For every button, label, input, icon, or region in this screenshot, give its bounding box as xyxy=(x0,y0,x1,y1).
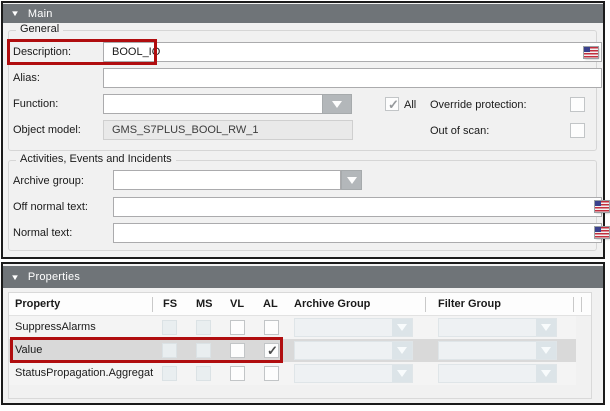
main-section-title: Main xyxy=(28,8,53,20)
column-separator xyxy=(573,297,574,312)
fs-checkbox[interactable] xyxy=(162,366,177,381)
normal-text-input[interactable] xyxy=(113,223,602,243)
object-model-label: Object model: xyxy=(13,124,81,136)
ms-checkbox[interactable] xyxy=(196,343,211,358)
filter-group-cell-dropdown[interactable] xyxy=(438,341,557,360)
al-checkbox[interactable] xyxy=(264,366,279,381)
archive-group-cell-dropdown[interactable] xyxy=(294,341,413,360)
fs-checkbox[interactable] xyxy=(162,320,177,335)
al-checkbox[interactable] xyxy=(264,320,279,335)
editor-window: ▼ Main General Description: Alias: Funct… xyxy=(0,0,610,411)
col-header-ms: MS xyxy=(196,298,213,310)
chevron-down-icon xyxy=(332,101,342,108)
chevron-down-icon xyxy=(347,177,357,184)
out-of-scan-label: Out of scan: xyxy=(430,125,489,137)
properties-section-header[interactable]: ▼ Properties xyxy=(3,266,603,288)
language-flag-icon[interactable] xyxy=(584,47,598,58)
archive-group-cell-dropdown[interactable] xyxy=(294,318,413,337)
ms-checkbox[interactable] xyxy=(196,320,211,335)
object-model-value: GMS_S7PLUS_BOOL_RW_1 xyxy=(103,120,353,140)
activities-groupbox-title: Activities, Events and Incidents xyxy=(16,154,176,165)
general-groupbox-title: General xyxy=(16,24,63,35)
vl-checkbox[interactable] xyxy=(230,366,245,381)
all-checkbox[interactable] xyxy=(385,97,399,111)
function-input[interactable] xyxy=(103,94,323,114)
property-name: StatusPropagation.Aggregat xyxy=(15,367,161,379)
normal-text-label: Normal text: xyxy=(13,227,72,239)
archive-group-input[interactable] xyxy=(113,170,341,190)
function-dropdown-button[interactable] xyxy=(322,94,352,114)
collapse-properties-icon[interactable]: ▼ xyxy=(10,273,20,282)
collapse-main-icon[interactable]: ▼ xyxy=(10,9,20,18)
all-label: All xyxy=(404,99,416,111)
archive-group-label: Archive group: xyxy=(13,175,84,187)
col-header-property: Property xyxy=(15,298,60,310)
chevron-down-icon[interactable] xyxy=(392,319,412,336)
main-section-header[interactable]: ▼ Main xyxy=(3,4,603,23)
al-checkbox[interactable] xyxy=(264,343,279,358)
table-row-suppressalarms[interactable]: SuppressAlarms xyxy=(9,316,576,339)
col-header-archive-group: Archive Group xyxy=(294,298,370,310)
properties-table: Property FS MS VL AL Archive Group Filte… xyxy=(8,292,592,399)
chevron-down-icon[interactable] xyxy=(536,319,556,336)
col-header-al: AL xyxy=(263,298,278,310)
filter-group-cell-dropdown[interactable] xyxy=(438,318,557,337)
chevron-down-icon[interactable] xyxy=(536,342,556,359)
properties-section-title: Properties xyxy=(28,271,80,283)
override-protection-label: Override protection: xyxy=(430,99,527,111)
chevron-down-icon[interactable] xyxy=(392,342,412,359)
function-label: Function: xyxy=(13,98,58,110)
filter-group-cell-dropdown[interactable] xyxy=(438,364,557,383)
language-flag-icon[interactable] xyxy=(595,227,609,238)
description-label: Description: xyxy=(13,46,71,58)
archive-group-dropdown-button[interactable] xyxy=(341,170,362,190)
ms-checkbox[interactable] xyxy=(196,366,211,381)
alias-label: Alias: xyxy=(13,72,40,84)
off-normal-text-input[interactable] xyxy=(113,197,602,217)
table-row-value[interactable]: Value xyxy=(9,339,576,362)
vl-checkbox[interactable] xyxy=(230,343,245,358)
vl-checkbox[interactable] xyxy=(230,320,245,335)
column-separator xyxy=(581,297,582,312)
column-separator xyxy=(425,297,426,312)
fs-checkbox[interactable] xyxy=(162,343,177,358)
col-header-vl: VL xyxy=(230,298,244,310)
property-name: Value xyxy=(15,344,161,356)
chevron-down-icon[interactable] xyxy=(536,365,556,382)
language-flag-icon[interactable] xyxy=(595,201,609,212)
override-protection-checkbox[interactable] xyxy=(570,97,585,112)
off-normal-text-label: Off normal text: xyxy=(13,201,88,213)
property-name: SuppressAlarms xyxy=(15,321,161,333)
properties-table-header: Property FS MS VL AL Archive Group Filte… xyxy=(9,293,591,316)
chevron-down-icon[interactable] xyxy=(392,365,412,382)
col-header-filter-group: Filter Group xyxy=(438,298,501,310)
alias-input[interactable] xyxy=(103,68,602,88)
out-of-scan-checkbox[interactable] xyxy=(570,123,585,138)
col-header-fs: FS xyxy=(163,298,177,310)
table-row-statuspropagation[interactable]: StatusPropagation.Aggregat xyxy=(9,362,576,385)
column-separator xyxy=(152,297,153,312)
description-input[interactable] xyxy=(103,42,602,62)
archive-group-cell-dropdown[interactable] xyxy=(294,364,413,383)
